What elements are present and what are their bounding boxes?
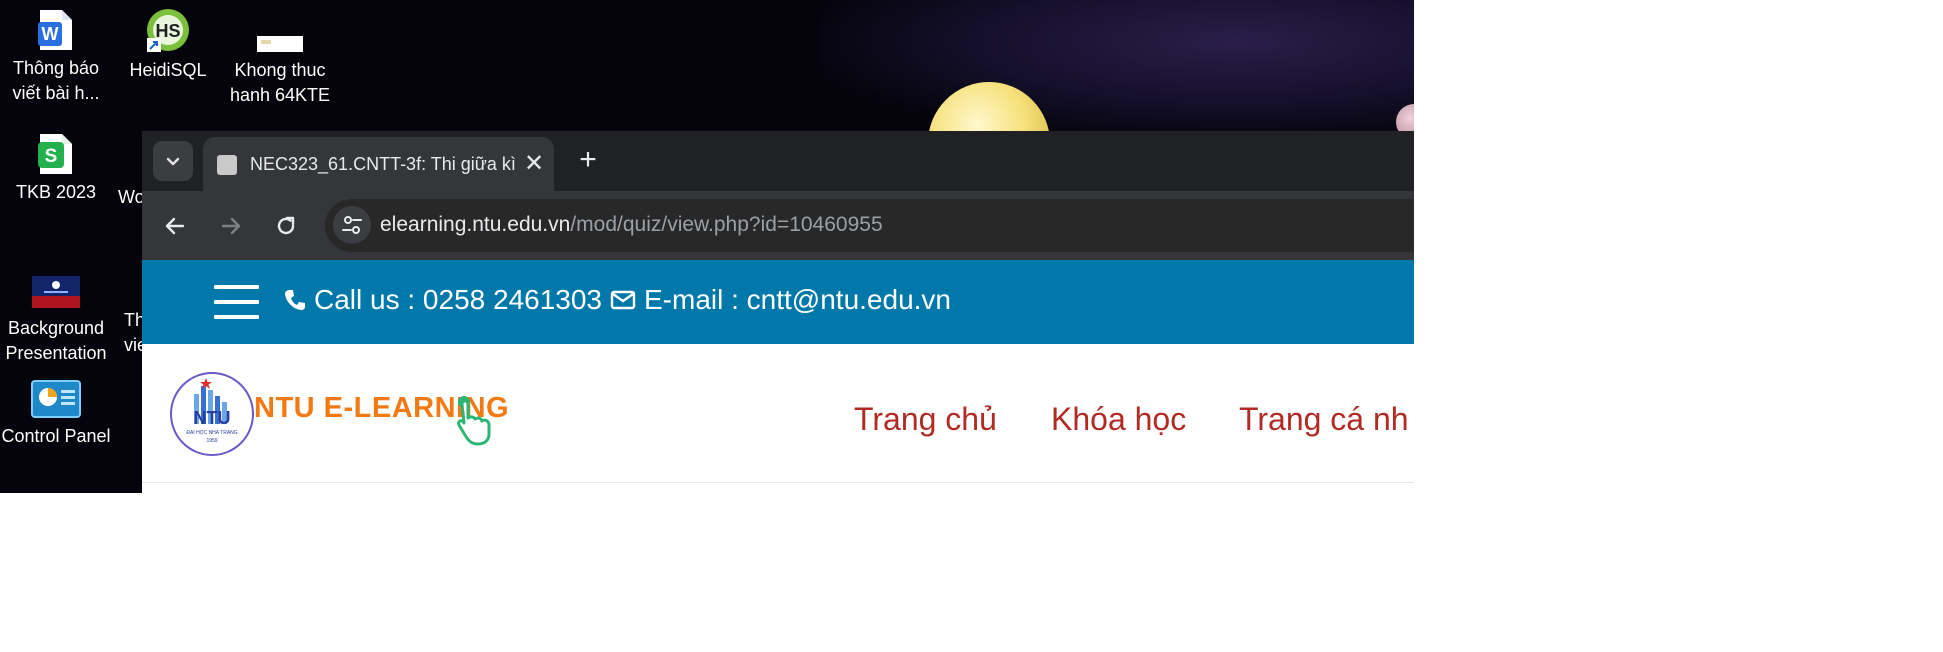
back-button[interactable] xyxy=(155,206,195,246)
svg-text:S: S xyxy=(45,146,58,167)
desktop-icon-word-doc[interactable]: W Thông báo viết bài h... xyxy=(0,8,112,106)
svg-text:1959: 1959 xyxy=(206,438,217,444)
desktop-icon-background-presentation[interactable]: Background Presentation xyxy=(0,272,112,366)
menu-item-profile[interactable]: Trang cá nh xyxy=(1239,401,1409,438)
menu-item-home[interactable]: Trang chủ xyxy=(854,401,997,438)
web-page: Call us : 0258 2461303 E-mail : cntt@ntu… xyxy=(142,260,1414,493)
url-path: /mod/quiz/view.php?id=10460955 xyxy=(570,213,883,236)
spreadsheet-file-icon: S xyxy=(36,132,76,176)
presentation-thumbnail-icon xyxy=(32,276,80,308)
word-file-icon: W xyxy=(36,8,76,52)
call-us-text: Call us : 0258 2461303 xyxy=(314,284,602,315)
desktop-icon-label: TKB 2023 xyxy=(15,182,97,202)
desktop-icon-control-panel[interactable]: Control Panel xyxy=(0,380,112,449)
svg-text:ĐẠI HỌC NHA TRANG: ĐẠI HỌC NHA TRANG xyxy=(186,430,237,436)
forward-button[interactable] xyxy=(211,206,251,246)
arrow-left-icon xyxy=(165,217,185,235)
desktop-icon-label: Background Presentation xyxy=(5,318,107,363)
desktop-icon-label: Thông báo viết bài h... xyxy=(12,58,100,103)
hamburger-menu-icon[interactable] xyxy=(214,285,259,319)
wallpaper-glow xyxy=(820,0,1414,140)
pointing-hand-icon xyxy=(457,396,491,446)
tab-quiz[interactable]: NEC323_61.CNTT-3f: Thi giữa kì ✕ xyxy=(203,137,554,191)
desktop-partial-label: Wo xyxy=(118,187,145,207)
desktop-icon-label: Khong thuc hanh 64KTE xyxy=(229,60,331,105)
contact-bar: Call us : 0258 2461303 E-mail : cntt@ntu… xyxy=(142,260,1414,344)
desktop-icon-tkb-2023[interactable]: S TKB 2023 xyxy=(0,132,112,205)
contact-info: Call us : 0258 2461303 E-mail : cntt@ntu… xyxy=(284,284,951,316)
tab-search-button[interactable] xyxy=(153,141,193,181)
phone-icon xyxy=(284,288,306,312)
address-bar[interactable]: elearning.ntu.edu.vn/mod/quiz/view.php?i… xyxy=(325,199,1414,252)
tab-strip: NEC323_61.CNTT-3f: Thi giữa kì ✕ + xyxy=(142,131,1414,191)
document-thumbnail-icon xyxy=(257,8,303,54)
tab-close-icon[interactable]: ✕ xyxy=(520,150,548,178)
control-panel-icon xyxy=(31,380,81,420)
tune-icon xyxy=(342,216,362,234)
chevron-down-icon xyxy=(166,157,180,166)
desktop-icon-khong-thuc-hanh[interactable]: Khong thuc hanh 64KTE xyxy=(224,8,336,108)
ntu-logo-emblem[interactable]: NTU ĐẠI HỌC NHA TRANG 1959 xyxy=(170,372,254,456)
reload-icon xyxy=(277,216,295,235)
heidisql-icon: HS xyxy=(145,8,191,54)
envelope-icon xyxy=(610,289,636,311)
url-host: elearning.ntu.edu.vn xyxy=(380,213,571,236)
desktop-icon-heidisql[interactable]: HS HeidiSQL xyxy=(112,8,224,83)
email-text[interactable]: E-mail : cntt@ntu.edu.vn xyxy=(644,284,951,316)
tab-title: NEC323_61.CNTT-3f: Thi giữa kì xyxy=(250,154,516,174)
desktop-icon-label: Control Panel xyxy=(1,426,111,446)
browser-window: NEC323_61.CNTT-3f: Thi giữa kì ✕ + elear… xyxy=(142,131,1414,493)
site-info-button[interactable] xyxy=(333,206,371,244)
svg-text:NTU: NTU xyxy=(194,408,231,428)
arrow-right-icon xyxy=(221,217,241,235)
menu-item-courses[interactable]: Khóa học xyxy=(1051,401,1186,438)
site-header: NTU ĐẠI HỌC NHA TRANG 1959 NTU E-LEARNIN… xyxy=(142,344,1414,483)
svg-text:W: W xyxy=(42,24,59,44)
reload-button[interactable] xyxy=(266,206,306,246)
new-tab-button[interactable]: + xyxy=(570,143,606,179)
favicon-icon xyxy=(217,155,237,175)
desktop-icon-label: HeidiSQL xyxy=(129,60,207,80)
url-text[interactable]: elearning.ntu.edu.vn/mod/quiz/view.php?i… xyxy=(380,213,883,237)
browser-toolbar: elearning.ntu.edu.vn/mod/quiz/view.php?i… xyxy=(142,191,1414,260)
